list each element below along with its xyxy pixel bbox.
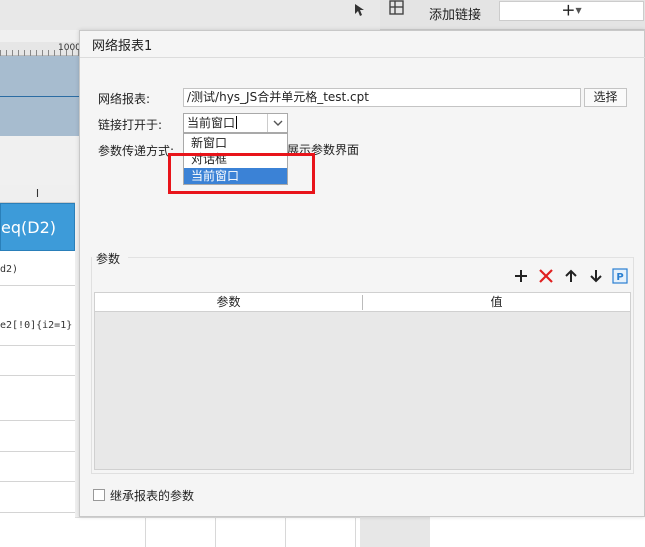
open-in-label: 链接打开于: bbox=[98, 118, 163, 132]
svg-text:P: P bbox=[616, 272, 623, 283]
side-panel-bg bbox=[360, 517, 430, 547]
column-divider bbox=[145, 518, 146, 547]
sheet-bottom-cells[interactable] bbox=[75, 517, 360, 547]
param-column-header[interactable]: 参数 bbox=[95, 293, 362, 312]
row-divider bbox=[0, 481, 75, 482]
inherit-params-checkbox[interactable] bbox=[93, 489, 105, 501]
cell-text[interactable]: e2[!0]{i2=1} bbox=[0, 320, 72, 331]
select-report-button[interactable]: 选择 bbox=[584, 88, 627, 107]
row-divider bbox=[0, 375, 75, 376]
background-toolbar-left bbox=[0, 0, 380, 30]
params-table[interactable] bbox=[94, 292, 631, 470]
params-table-header: 参数 值 bbox=[94, 292, 631, 312]
row-divider bbox=[0, 285, 75, 286]
chevron-down-icon bbox=[273, 120, 283, 126]
add-link-button[interactable]: +▼ bbox=[499, 1, 644, 21]
report-label: 网络报表: bbox=[98, 92, 151, 106]
cursor-arrow-icon[interactable] bbox=[352, 2, 368, 18]
side-panel-bg bbox=[430, 517, 645, 547]
row-divider bbox=[0, 345, 75, 346]
cell-text[interactable]: d2) bbox=[0, 264, 18, 275]
row-divider bbox=[0, 420, 75, 421]
value-column-header[interactable]: 值 bbox=[363, 293, 630, 312]
chevron-down-icon: ▼ bbox=[575, 6, 582, 15]
text-cursor bbox=[236, 116, 238, 129]
column-divider bbox=[285, 518, 286, 547]
param-pass-label: 参数传递方式: bbox=[98, 144, 175, 158]
arrow-down-icon[interactable] bbox=[588, 268, 604, 284]
option-new-window[interactable]: 新窗口 bbox=[184, 135, 287, 151]
delete-param-icon[interactable] bbox=[538, 268, 554, 284]
parameter-p-icon[interactable]: P bbox=[612, 268, 628, 284]
canvas-guide-line bbox=[0, 96, 80, 97]
open-in-value: 当前窗口 bbox=[187, 116, 236, 130]
row-divider bbox=[0, 451, 75, 452]
column-divider bbox=[215, 518, 216, 547]
dialog-title: 网络报表1 bbox=[92, 39, 153, 54]
open-in-dropdown-arrow[interactable] bbox=[267, 114, 287, 132]
add-param-icon[interactable] bbox=[513, 268, 529, 284]
row-divider bbox=[0, 512, 75, 513]
column-divider bbox=[355, 518, 356, 547]
report-path-field[interactable]: /测试/hys_JS合并单元格_test.cpt bbox=[183, 88, 581, 107]
arrow-up-icon[interactable] bbox=[563, 268, 579, 284]
title-divider bbox=[80, 57, 645, 58]
selected-cell[interactable]: eq(D2) bbox=[0, 203, 75, 251]
layout-grid-icon[interactable] bbox=[389, 0, 405, 16]
inherit-params-label: 继承报表的参数 bbox=[110, 489, 195, 503]
plus-icon: + bbox=[561, 0, 576, 21]
annotation-highlight-box bbox=[168, 153, 315, 194]
column-header[interactable]: I bbox=[0, 185, 75, 203]
add-link-label: 添加链接 bbox=[429, 8, 482, 23]
